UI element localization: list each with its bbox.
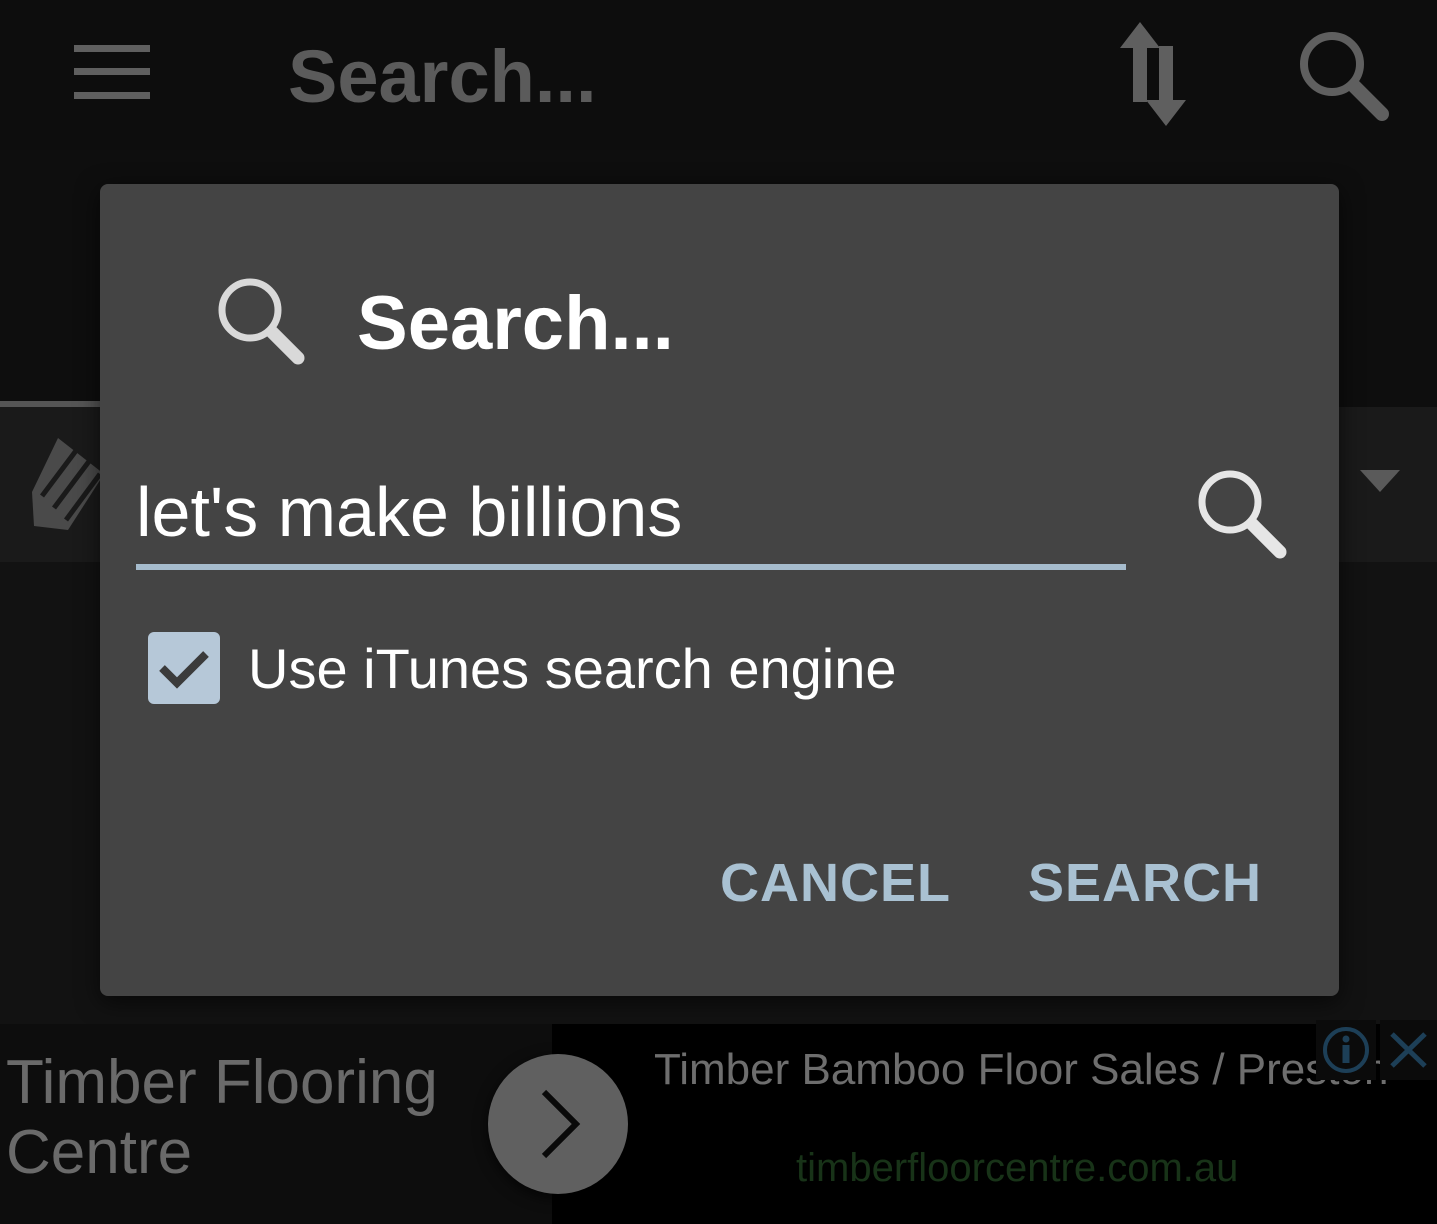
menu-icon[interactable] [74, 45, 150, 99]
search-icon[interactable] [1194, 468, 1288, 560]
toolbar-title: Search... [288, 35, 597, 118]
search-icon [218, 278, 305, 365]
itunes-search-checkbox[interactable] [148, 632, 220, 704]
dialog-title: Search... [357, 281, 674, 366]
close-icon[interactable] [1380, 1020, 1437, 1080]
search-dialog: Search... Use iTunes search engine CANCE… [100, 184, 1339, 996]
ad-brand-name[interactable]: Timber Flooring Centre [6, 1048, 486, 1188]
pencil-icon [32, 438, 104, 530]
ad-url[interactable]: timberfloorcentre.com.au [796, 1146, 1238, 1191]
dropdown-arrow-icon [1360, 470, 1400, 492]
search-button[interactable]: SEARCH [1028, 852, 1262, 914]
cancel-button[interactable]: CANCEL [720, 852, 951, 914]
ad-headline[interactable]: Timber Bamboo Floor Sales / Preston Show… [654, 1044, 1394, 1096]
search-query-input[interactable] [136, 460, 1126, 570]
app-toolbar: Search... [0, 0, 1437, 150]
ad-brand-panel: Timber Flooring Centre [0, 1024, 552, 1224]
sort-arrows-icon[interactable] [1118, 22, 1188, 126]
checkmark-icon [159, 651, 209, 689]
ad-banner[interactable]: Timber Flooring Centre Timber Bamboo Flo… [0, 1020, 1437, 1224]
app-screen: Search... Search... let's make billions … [0, 0, 1437, 1224]
info-icon[interactable] [1316, 1020, 1376, 1080]
chevron-right-icon [541, 1089, 581, 1159]
search-icon[interactable] [1296, 28, 1390, 122]
itunes-search-checkbox-label[interactable]: Use iTunes search engine [248, 636, 897, 701]
ad-open-button[interactable] [488, 1054, 628, 1194]
